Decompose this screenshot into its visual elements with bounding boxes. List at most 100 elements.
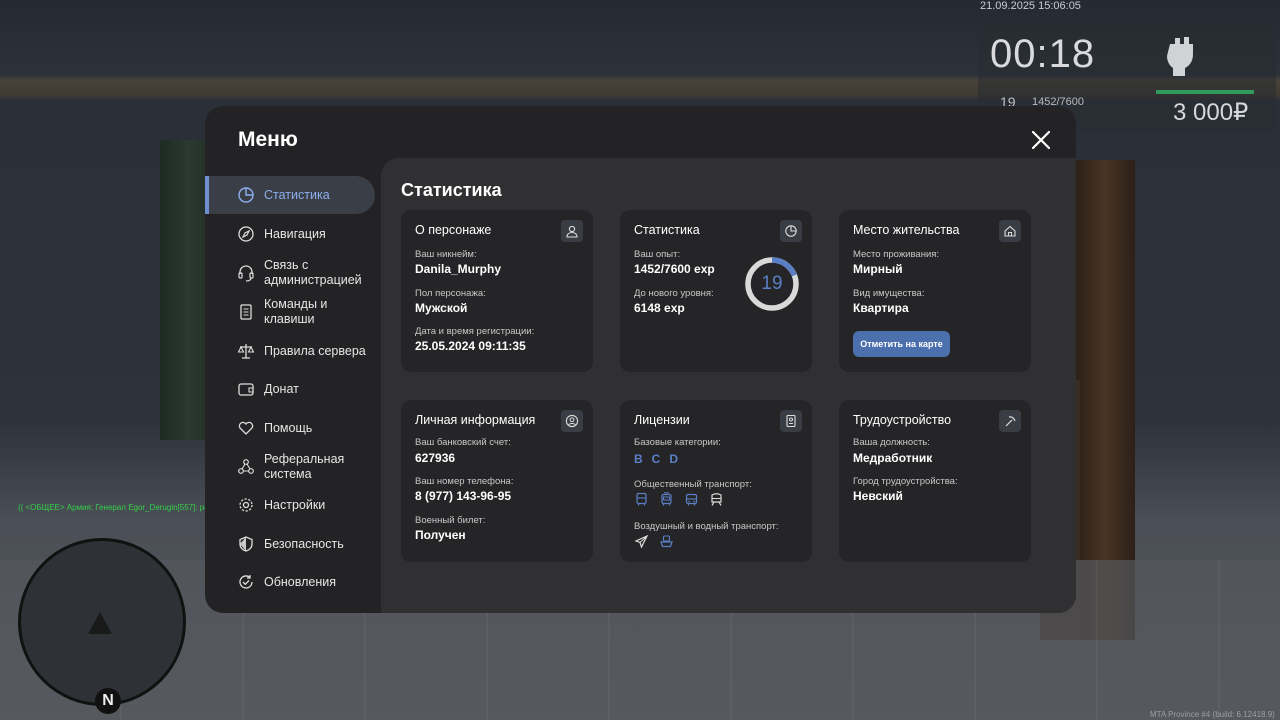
sidebar-item-label: Навигация (264, 226, 326, 241)
card-title: Трудоустройство (853, 413, 952, 427)
level-value: 19 (761, 273, 783, 294)
hud-timer: 00:18 (990, 32, 1096, 76)
sidebar-item-label: Обновления (264, 574, 336, 589)
sidebar-item-donate[interactable]: Донат (205, 370, 375, 408)
card-title: Лицензии (634, 413, 690, 427)
military-id-value: Получен (415, 528, 466, 542)
gear-icon (239, 498, 253, 512)
card-title: Личная информация (415, 413, 536, 427)
money-bar (1156, 90, 1254, 94)
sidebar-item-updates[interactable]: Обновления (205, 563, 375, 601)
trolleybus-icon (685, 493, 698, 506)
sidebar-item-settings[interactable]: Настройки (205, 486, 375, 524)
job-city-label: Город трудоустройства: (853, 476, 958, 487)
card-residence: Место жительства Место проживания: Мирны… (839, 210, 1031, 372)
train-icon (711, 493, 722, 506)
sidebar-item-navigation[interactable]: Навигация (205, 215, 375, 253)
bus-icon (636, 492, 647, 506)
base-categories-label: Базовые категории: (634, 437, 721, 448)
license-category: C (651, 452, 661, 466)
registration-value: 25.05.2024 09:11:35 (415, 339, 526, 353)
next-level-value: 6148 exp (634, 301, 685, 315)
close-icon[interactable] (1027, 126, 1055, 154)
network-icon (238, 459, 254, 474)
card-employment: Трудоустройство Ваша должность: Медработ… (839, 400, 1031, 562)
sidebar-item-security[interactable]: Безопасность (205, 525, 375, 563)
job-city-value: Невский (853, 489, 903, 503)
shield-icon (239, 536, 253, 552)
headset-icon (238, 265, 254, 282)
card-title: Статистика (634, 223, 700, 237)
residence-place-value: Мирный (853, 262, 903, 276)
license-category: D (669, 452, 679, 466)
pickaxe-icon (999, 410, 1021, 432)
residence-place-label: Место проживания: (853, 249, 940, 260)
bank-account-label: Ваш банковский счет: (415, 437, 511, 448)
phone-label: Ваш номер телефона: (415, 476, 514, 487)
fist-icon (1167, 37, 1193, 76)
registration-label: Дата и время регистрации: (415, 326, 535, 337)
plane-icon (634, 534, 649, 549)
sidebar-item-commands[interactable]: Команды и клавиши (205, 293, 375, 331)
bank-account-value: 627936 (415, 451, 456, 465)
sidebar-item-statistics[interactable]: Статистика (205, 176, 375, 214)
nickname-value: Danila_Murphy (415, 262, 502, 276)
property-type-label: Вид имущества: (853, 288, 925, 299)
card-statistics: Статистика Ваш опыт: 1452/7600 exp До но… (620, 210, 812, 372)
ship-icon (660, 535, 673, 548)
pie-chart-icon (780, 220, 802, 242)
sidebar-item-label: Настройки (264, 497, 326, 512)
sidebar-item-referral[interactable]: Реферальная система (205, 448, 375, 486)
license-categories: B C D (634, 452, 678, 466)
hud-money: 3 000₽ (1173, 99, 1249, 126)
property-type-value: Квартира (853, 301, 909, 315)
document-icon (240, 304, 252, 320)
phone-value: 8 (977) 143-96-95 (415, 489, 512, 503)
id-badge-icon (780, 410, 802, 432)
date-time-readout: 21.09.2025 15:06:05 (980, 0, 1081, 12)
north-marker: N (95, 688, 121, 714)
sidebar-item-label: Помощь (264, 420, 313, 435)
air-water-transport-label: Воздушный и водный транспорт: (634, 521, 779, 532)
card-title: О персонаже (415, 223, 492, 237)
mark-on-map-button[interactable]: Отметить на карте (853, 331, 950, 357)
nickname-label: Ваш никнейм: (415, 249, 477, 260)
next-level-label: До нового уровня: (634, 288, 714, 299)
home-icon (999, 220, 1021, 242)
card-personal-info: Личная информация Ваш банковский счет: 6… (401, 400, 593, 562)
menu-title: Меню (238, 128, 298, 151)
heart-hand-icon (238, 421, 254, 435)
sidebar-item-label: Статистика (264, 187, 330, 202)
scales-icon (237, 344, 255, 359)
player-arrow-icon (88, 612, 112, 634)
user-icon (561, 220, 583, 242)
sidebar-item-admin-contact[interactable]: Связь с администрацией (205, 254, 375, 292)
exp-value: 1452/7600 exp (634, 262, 715, 276)
pie-chart-icon (238, 187, 254, 203)
menu-window: Меню Статистика Навигация Связь с админи… (205, 106, 1076, 613)
refresh-check-icon (239, 575, 253, 589)
card-character: О персонаже Ваш никнейм: Danila_Murphy П… (401, 210, 593, 372)
public-transport-label: Общественный транспорт: (634, 479, 752, 490)
sidebar-item-label: Правила сервера (264, 343, 366, 358)
user-circle-icon (561, 410, 583, 432)
sidebar-item-help[interactable]: Помощь (205, 409, 375, 447)
job-position-label: Ваша должность: (853, 437, 930, 448)
tram-icon (661, 492, 672, 506)
air-water-transport-icons (634, 534, 674, 549)
page-title: Статистика (401, 180, 502, 200)
sidebar-item-label: Донат (264, 381, 299, 396)
compass-icon (238, 226, 254, 242)
sidebar-item-rules[interactable]: Правила сервера (205, 332, 375, 370)
exp-label: Ваш опыт: (634, 249, 681, 260)
build-info: MTA Province #4 (build: 6.12418.9) (1150, 710, 1275, 719)
sidebar-item-label: Команды и клавиши (264, 297, 328, 326)
card-title: Место жительства (853, 223, 960, 237)
content-panel: Статистика О персонаже Ваш никнейм: Dani… (381, 158, 1076, 613)
gender-value: Мужской (415, 301, 468, 315)
card-licenses: Лицензии Базовые категории: B C D Общест… (620, 400, 812, 562)
sidebar-item-label: Связь с администрацией (264, 258, 362, 287)
sidebar-item-label: Безопасность (264, 536, 344, 551)
sidebar-item-label: Реферальная система (264, 452, 345, 481)
wallet-icon (238, 383, 254, 396)
